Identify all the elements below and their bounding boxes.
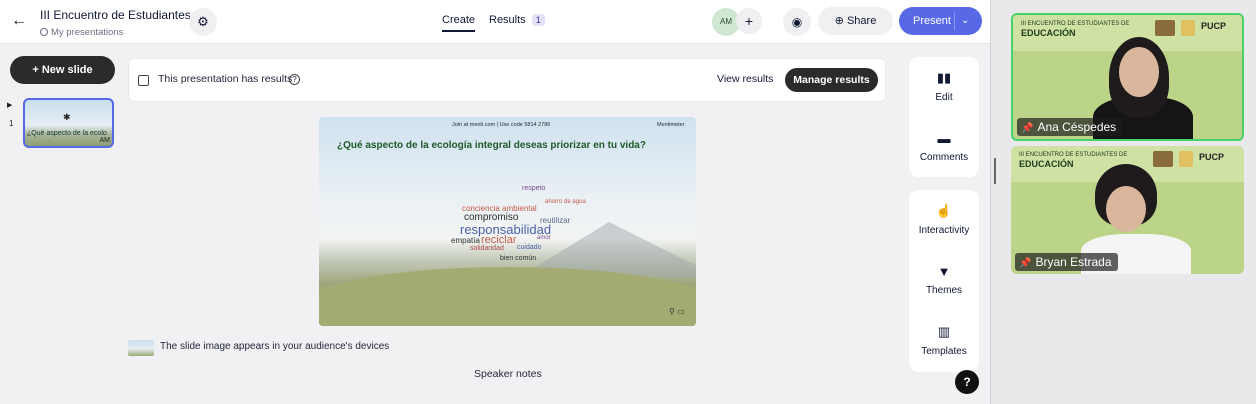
slide-question: ¿Qué aspecto de la ecología integral des… — [337, 140, 646, 151]
event-logo: III ENCUENTRO DE ESTUDIANTES DE EDUCACIÓN — [1021, 21, 1129, 38]
participant-name: 📌 Ana Céspedes — [1017, 118, 1123, 136]
crest-logo-2 — [1179, 151, 1193, 167]
pin-icon[interactable]: 📌 — [1021, 123, 1033, 134]
view-results-button[interactable]: View results — [717, 73, 773, 85]
pin-icon[interactable]: 📌 — [1019, 258, 1031, 269]
word-cloud-word: reutilizar — [540, 216, 571, 225]
results-banner-text: This presentation has results — [158, 73, 293, 85]
mentimeter-logo: Mentimeter — [657, 122, 685, 128]
templates-label: Templates — [921, 346, 967, 357]
comments-label: Comments — [919, 152, 969, 163]
back-arrow-icon[interactable]: ← — [8, 10, 30, 32]
slide-thumbnail-avatar: AM — [99, 137, 111, 144]
join-instructions: Join at menti.com | Use code 5814 2786 — [452, 122, 551, 128]
chevron-down-icon[interactable]: ⌄ — [961, 7, 969, 35]
hill-shape — [319, 267, 696, 326]
help-icon[interactable]: ? — [289, 74, 300, 85]
interactivity-label: Interactivity — [918, 225, 970, 236]
results-banner: This presentation has results ? View res… — [128, 58, 886, 102]
event-logo-title: EDUCACIÓN — [1021, 27, 1076, 38]
top-bar: ← III Encuentro de Estudiantes My presen… — [0, 0, 990, 44]
tab-results[interactable]: Results 1 — [489, 14, 545, 26]
present-label: Present — [913, 15, 951, 27]
user-icon — [40, 28, 48, 36]
themes-button[interactable]: ▼ Themes — [909, 264, 979, 296]
slide-status-icons: ⚲ ▭ — [669, 307, 685, 316]
presentation-title[interactable]: III Encuentro de Estudiantes — [40, 8, 191, 22]
interactivity-icon: ☝ — [935, 203, 953, 218]
add-collaborator-button[interactable]: + — [736, 8, 762, 34]
word-cloud-word: ahorro de agua — [545, 199, 586, 205]
word-cloud-word: amor — [537, 235, 551, 241]
share-button[interactable]: ⊕ Share — [818, 7, 893, 35]
divider — [954, 12, 955, 30]
participant-name-label: Ana Céspedes — [1037, 120, 1117, 134]
video-tile-1[interactable]: III ENCUENTRO DE ESTUDIANTES DE EDUCACIÓN… — [1011, 13, 1244, 141]
themes-icon: ▼ — [937, 264, 951, 279]
tab-create[interactable]: Create — [442, 14, 476, 32]
slide-canvas[interactable]: Join at menti.com | Use code 5814 2786 M… — [319, 117, 696, 326]
edit-button[interactable]: ▮▮ Edit — [909, 70, 979, 103]
word-cloud-word: compromiso — [464, 212, 519, 223]
edit-icon: ▮▮ — [936, 70, 952, 85]
new-slide-button[interactable]: + New slide — [10, 56, 115, 84]
word-cloud-word: empatía — [451, 236, 480, 245]
slide-preview-image — [128, 340, 154, 356]
settings-gear-button[interactable]: ⚙ — [189, 8, 217, 36]
word-cloud-word: solidaridad — [470, 245, 504, 252]
edit-label: Edit — [935, 92, 953, 103]
share-label: Share — [846, 15, 877, 27]
panel-divider — [990, 0, 991, 404]
person-face — [1119, 47, 1159, 97]
crest-logo-2 — [1181, 20, 1195, 36]
word-cloud-word: conciencia ambiental — [462, 204, 537, 213]
manage-results-button[interactable]: Manage results — [785, 68, 878, 92]
pucp-logo: PUCP — [1199, 152, 1225, 162]
results-chart-icon — [138, 75, 149, 86]
templates-button[interactable]: ▥ Templates — [909, 324, 979, 357]
comments-icon: ▬ — [937, 131, 951, 146]
participant-name: 📌 Bryan Estrada — [1015, 253, 1118, 271]
crest-logo — [1153, 151, 1173, 167]
video-tile-2[interactable]: III ENCUENTRO DE ESTUDIANTES DE EDUCACIÓN… — [1011, 146, 1244, 274]
breadcrumb-link[interactable]: My presentations — [51, 27, 123, 38]
word-cloud-word: respeto — [522, 185, 546, 192]
help-button[interactable]: ? — [955, 370, 979, 394]
breadcrumb[interactable]: My presentations — [40, 27, 123, 38]
word-cloud-word: bien común — [500, 255, 537, 262]
event-logo-sub: III ENCUENTRO DE ESTUDIANTES DE — [1021, 21, 1130, 27]
wordcloud-icon: ✱ — [63, 112, 71, 122]
participant-name-label: Bryan Estrada — [1035, 255, 1112, 269]
preview-eye-icon[interactable]: ◉ — [783, 8, 811, 36]
audience-notice: The slide image appears in your audience… — [160, 341, 390, 352]
resize-handle[interactable] — [994, 158, 996, 184]
pucp-logo: PUCP — [1201, 21, 1227, 31]
app-window: ← III Encuentro de Estudiantes My presen… — [0, 0, 990, 404]
event-logo-sub: III ENCUENTRO DE ESTUDIANTES DE — [1019, 152, 1128, 158]
present-button[interactable]: Present ⌄ — [899, 7, 982, 35]
tab-results-label: Results — [489, 14, 526, 26]
templates-icon: ▥ — [937, 324, 951, 339]
comments-button[interactable]: ▬ Comments — [909, 131, 979, 163]
results-badge: 1 — [531, 14, 545, 26]
slide-thumbnail-title: ¿Qué aspecto de la ecolo — [27, 130, 107, 137]
person-face — [1106, 186, 1146, 232]
slide-number: 1 — [9, 119, 14, 128]
word-cloud-word: cuidado — [517, 244, 542, 251]
slide-thumbnail[interactable]: ✱ ¿Qué aspecto de la ecolo AM — [23, 98, 114, 148]
themes-label: Themes — [925, 285, 963, 296]
interactivity-button[interactable]: ☝ Interactivity — [909, 203, 979, 236]
play-icon: ▶ — [7, 102, 13, 109]
globe-icon: ⊕ — [834, 15, 847, 27]
crest-logo — [1155, 20, 1175, 36]
speaker-notes-button[interactable]: Speaker notes — [474, 368, 542, 380]
